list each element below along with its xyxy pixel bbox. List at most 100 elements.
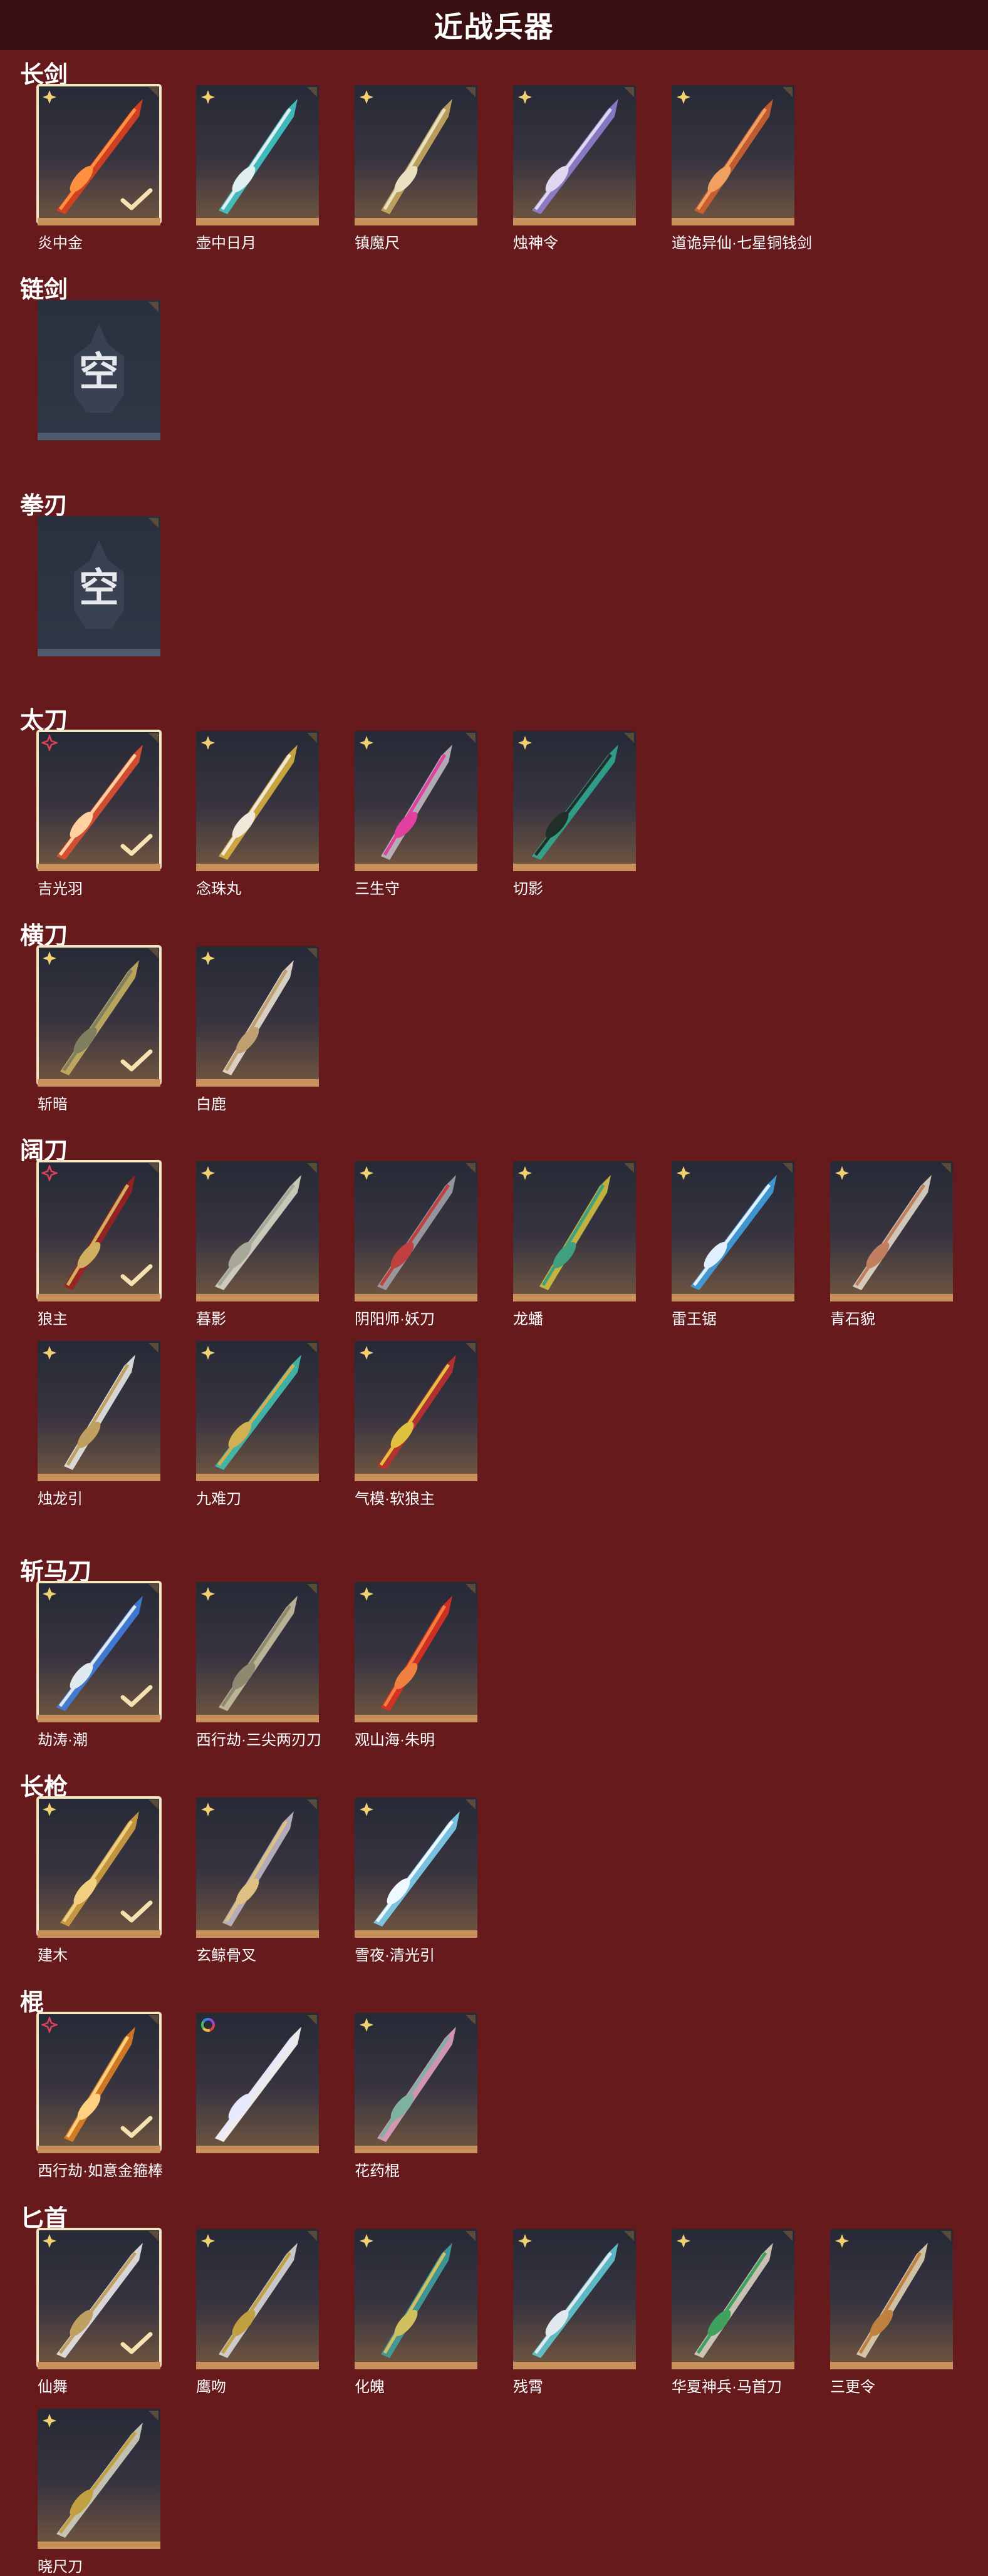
weapon-card[interactable] bbox=[196, 1341, 319, 1484]
section-title: 阔刀 bbox=[20, 1138, 68, 1164]
weapon-card[interactable] bbox=[38, 1341, 160, 1484]
weapon-name-label: 暮影 bbox=[196, 1311, 226, 1328]
card-bottom-bar bbox=[355, 1715, 477, 1722]
card-bottom-bar bbox=[355, 1294, 477, 1301]
weapon-image bbox=[381, 1596, 452, 1711]
card-bottom-bar bbox=[38, 1930, 160, 1938]
card-corner-tab bbox=[783, 1163, 793, 1173]
weapon-card-frame bbox=[36, 1581, 162, 1721]
weapon-card[interactable] bbox=[830, 1161, 953, 1304]
weapon-image bbox=[377, 2027, 456, 2142]
weapon-card-frame bbox=[513, 1161, 636, 1299]
weapon-card[interactable] bbox=[830, 2229, 953, 2372]
weapon-card-frame bbox=[196, 1161, 319, 1299]
weapon-card[interactable] bbox=[36, 1581, 162, 1725]
weapon-card[interactable] bbox=[355, 1798, 477, 1940]
weapon-card-frame bbox=[672, 1161, 794, 1299]
weapon-card[interactable] bbox=[196, 1161, 319, 1304]
weapon-image bbox=[215, 1175, 301, 1290]
weapon-card[interactable] bbox=[36, 2228, 162, 2372]
card-corner-tab bbox=[148, 518, 159, 528]
weapon-card[interactable] bbox=[513, 1161, 636, 1304]
weapon-image bbox=[853, 1175, 932, 1290]
card-bottom-bar bbox=[355, 864, 477, 871]
weapon-card-frame bbox=[830, 1161, 953, 1299]
weapon-name-label: 西行劫·三尖两刃刀 bbox=[196, 1732, 321, 1749]
weapon-card[interactable] bbox=[196, 2013, 319, 2156]
weapon-card[interactable] bbox=[196, 946, 319, 1089]
weapon-name-label: 道诡异仙·七星铜钱剑 bbox=[672, 235, 812, 252]
weapon-card-frame: 空 bbox=[38, 516, 160, 654]
weapon-card-frame: 空 bbox=[38, 300, 160, 438]
card-bottom-bar bbox=[513, 1294, 636, 1301]
card-bottom-bar bbox=[196, 1715, 319, 1722]
weapon-card[interactable] bbox=[355, 2013, 477, 2156]
weapon-card-frame bbox=[513, 731, 636, 869]
weapon-card[interactable] bbox=[355, 85, 477, 228]
header-bar: 近战兵器 bbox=[0, 0, 988, 50]
weapon-card[interactable] bbox=[36, 945, 162, 1089]
weapon-card[interactable] bbox=[36, 1160, 162, 1304]
weapon-card[interactable] bbox=[355, 2229, 477, 2372]
weapon-image bbox=[856, 2243, 928, 2358]
card-bottom-bar bbox=[38, 1474, 160, 1481]
gold-rank-star-icon bbox=[43, 1803, 56, 1816]
weapon-card[interactable] bbox=[36, 2012, 162, 2156]
section-title: 匕首 bbox=[20, 2206, 68, 2232]
section-title: 长枪 bbox=[20, 1774, 68, 1801]
weapon-card[interactable] bbox=[355, 731, 477, 874]
weapon-card[interactable] bbox=[355, 1161, 477, 1304]
weapon-card[interactable] bbox=[36, 1796, 162, 1940]
weapon-name-label: 吉光羽 bbox=[38, 881, 83, 897]
card-corner-tab bbox=[148, 1163, 159, 1173]
weapon-card[interactable] bbox=[196, 1582, 319, 1725]
weapon-card[interactable] bbox=[196, 1798, 319, 1940]
card-corner-tab bbox=[148, 1343, 159, 1353]
card-corner-tab bbox=[148, 1799, 159, 1809]
weapon-card[interactable] bbox=[672, 2229, 794, 2372]
section-title: 斩马刀 bbox=[20, 1559, 92, 1585]
weapon-card[interactable] bbox=[36, 730, 162, 874]
empty-weapon-slot[interactable]: 空 bbox=[38, 300, 160, 443]
card-corner-tab bbox=[148, 733, 159, 743]
weapon-name-label: 气模·软狼主 bbox=[355, 1491, 435, 1508]
section-title: 太刀 bbox=[20, 708, 68, 734]
empty-weapon-slot[interactable]: 空 bbox=[38, 516, 160, 659]
weapon-card[interactable] bbox=[672, 85, 794, 228]
weapon-card[interactable] bbox=[196, 85, 319, 228]
weapon-card[interactable] bbox=[196, 731, 319, 874]
weapon-card[interactable] bbox=[672, 1161, 794, 1304]
card-bottom-bar bbox=[830, 1294, 953, 1301]
weapon-card[interactable] bbox=[355, 1582, 477, 1725]
weapon-card-frame bbox=[196, 1341, 319, 1479]
equipped-check-icon bbox=[120, 1685, 153, 1707]
card-bottom-bar bbox=[38, 433, 160, 440]
weapon-name-label: 壶中日月 bbox=[196, 235, 256, 252]
weapon-card-frame bbox=[830, 2229, 953, 2367]
weapon-card[interactable] bbox=[513, 2229, 636, 2372]
card-corner-tab bbox=[148, 948, 159, 958]
card-bottom-bar bbox=[355, 1474, 477, 1481]
weapon-card-frame bbox=[196, 946, 319, 1084]
card-bottom-bar bbox=[196, 864, 319, 871]
weapon-card[interactable] bbox=[513, 731, 636, 874]
weapon-card[interactable] bbox=[513, 85, 636, 228]
weapon-image bbox=[64, 1355, 135, 1470]
weapon-image bbox=[532, 2243, 618, 2358]
card-bottom-bar bbox=[38, 2542, 160, 2549]
gold-rank-star-icon bbox=[360, 90, 373, 104]
card-bottom-bar bbox=[38, 864, 160, 871]
weapon-image bbox=[222, 960, 294, 1075]
weapon-name-label: 雪夜·清光引 bbox=[355, 1947, 435, 1964]
weapon-card-frame bbox=[196, 2013, 319, 2151]
card-bottom-bar bbox=[355, 2362, 477, 2369]
weapon-card[interactable] bbox=[196, 2229, 319, 2372]
weapon-card[interactable] bbox=[36, 84, 162, 228]
weapon-card[interactable] bbox=[355, 1341, 477, 1484]
weapon-card-frame bbox=[355, 2013, 477, 2151]
weapon-card[interactable] bbox=[38, 2409, 160, 2552]
weapon-card-frame bbox=[38, 2409, 160, 2547]
section-title: 链剑 bbox=[20, 277, 68, 303]
weapon-card-frame bbox=[36, 84, 162, 224]
weapon-name-label: 切影 bbox=[513, 881, 543, 897]
